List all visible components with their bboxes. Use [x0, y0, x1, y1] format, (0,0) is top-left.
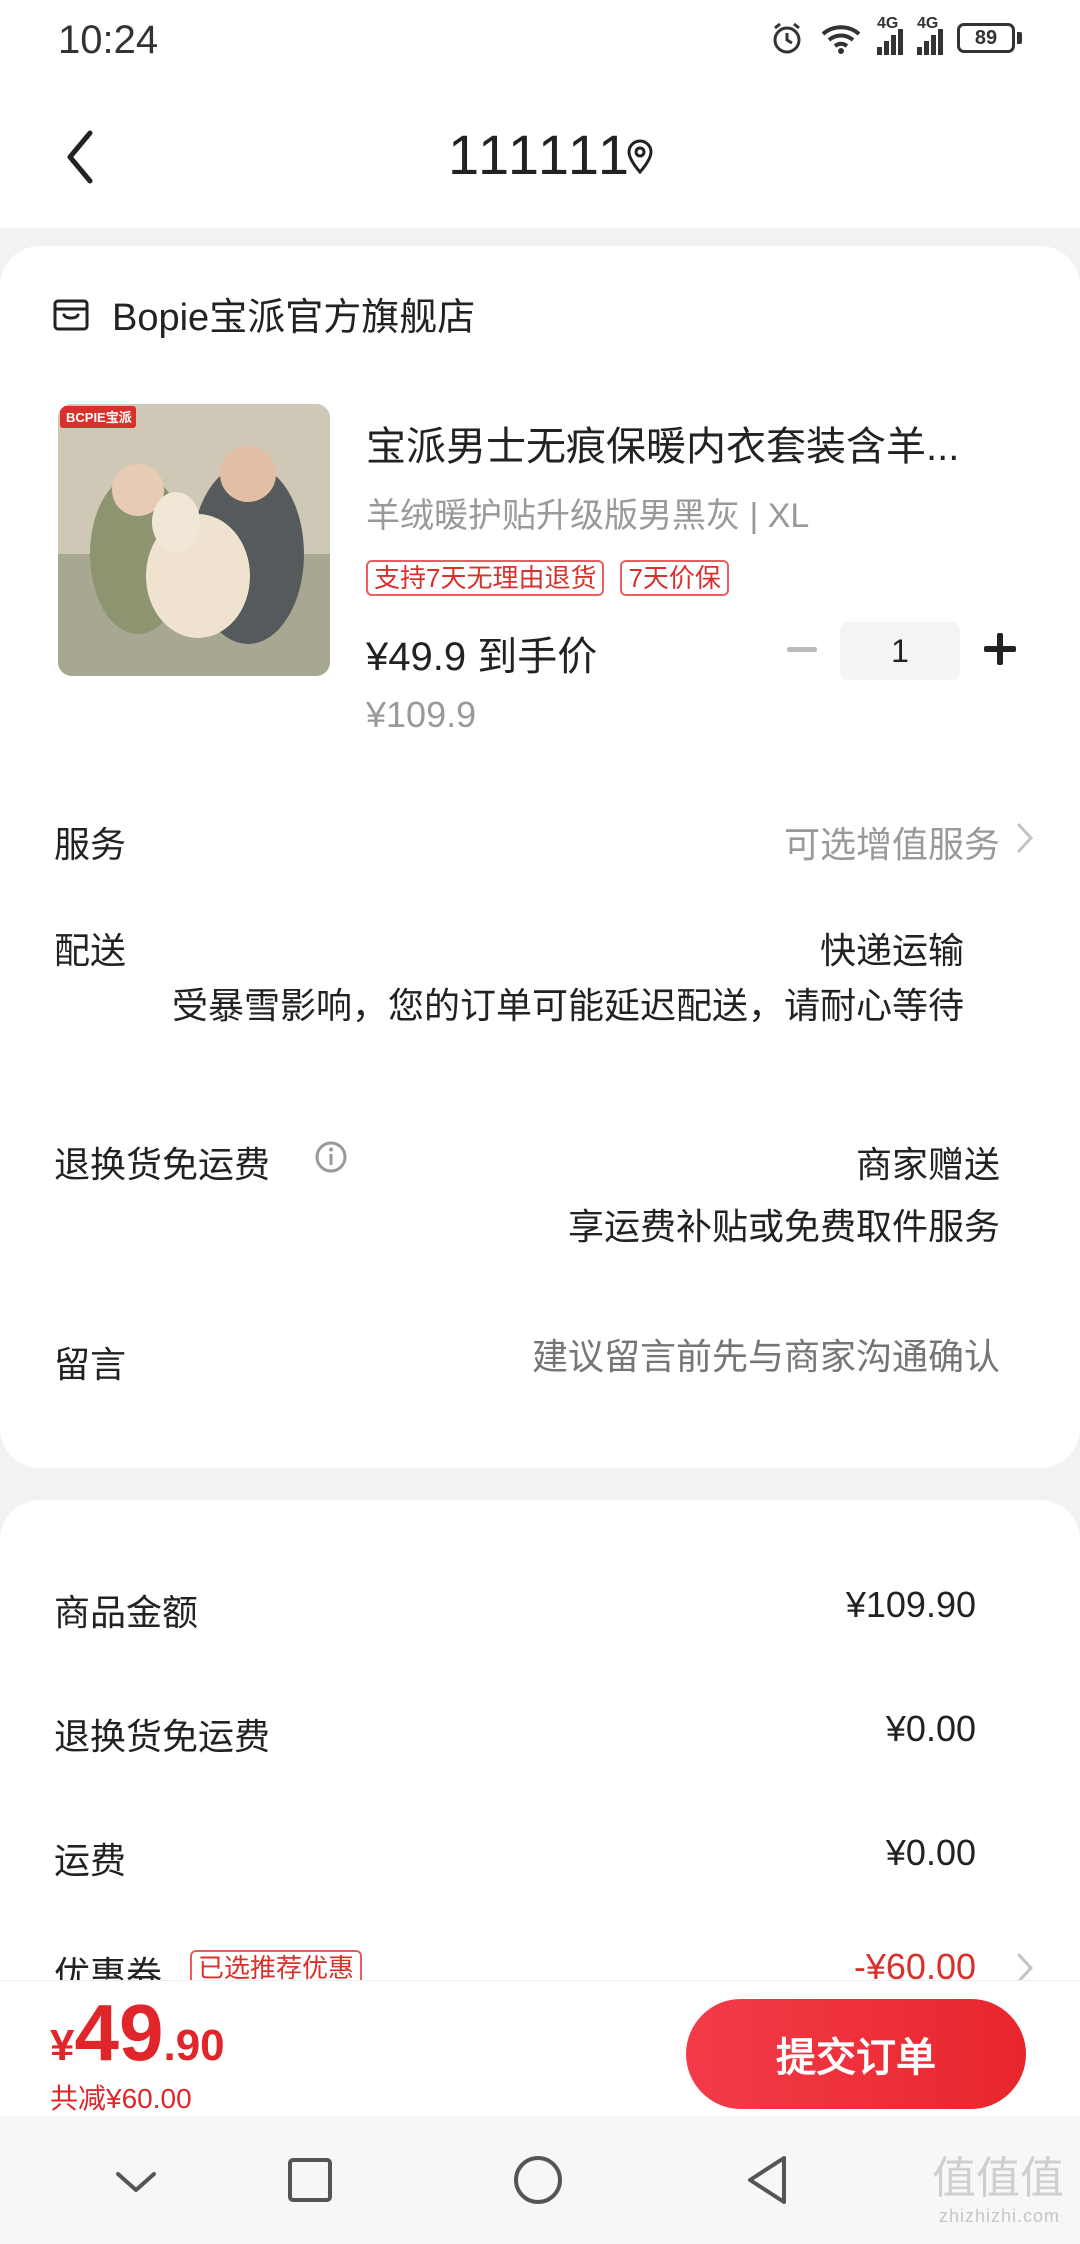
return-value: 商家赠送 [855, 1144, 1000, 1185]
plus-icon [984, 633, 1016, 665]
status-time: 10:24 [58, 18, 159, 62]
checkout-bar: ¥49.90 共减¥60.00 提交订单 [0, 1980, 1080, 2116]
product-image[interactable]: BCPIE宝派 [58, 404, 330, 676]
store-icon [53, 299, 89, 330]
home-icon[interactable] [512, 2154, 564, 2206]
watermark-logo: 值值值 [932, 2154, 1064, 2203]
address-title[interactable]: 111111 [0, 122, 1080, 187]
brand-logo: BCPIE宝派 [66, 410, 133, 425]
chevron-down-icon[interactable] [114, 2168, 158, 2196]
status-bar: 10:24 4G 4G 89 [0, 0, 1080, 86]
network-type: 4G [877, 15, 899, 32]
price-summary-card: 商品金额 ¥109.90 退换货免运费 ¥0.00 运费 ¥0.00 优惠券 已… [0, 1500, 1080, 2020]
delivery-value[interactable]: 快递运输 [820, 922, 964, 974]
product-spec[interactable]: 羊绒暖护贴升级版男黑灰 | XL [366, 488, 809, 537]
message-input[interactable] [440, 1336, 1000, 1378]
total-integer: 49 [74, 1988, 164, 2077]
signal-strength-icon: 4G [877, 15, 903, 55]
service-value[interactable]: 可选增值服务 [784, 816, 1000, 868]
battery-icon: 89 [957, 23, 1022, 53]
info-icon[interactable] [314, 1140, 348, 1174]
quantity-input[interactable]: 1 [840, 622, 960, 680]
total-price: ¥49.90 [50, 1987, 225, 2079]
return-fee-value: ¥0.00 [885, 1708, 976, 1749]
product-tags: 支持7天无理由退货 7天价保 [366, 560, 729, 596]
currency-symbol: ¥ [50, 2021, 75, 2070]
quantity-decrease-button[interactable] [770, 622, 834, 676]
delivery-note: 受暴雪影响，您的订单可能延迟配送，请耐心等待 [171, 985, 964, 1026]
back-triangle-icon[interactable] [744, 2154, 790, 2206]
quantity-increase-button[interactable] [968, 622, 1032, 676]
shipping-label: 运费 [54, 1840, 127, 1881]
return-fee-label: 退换货免运费 [54, 1716, 271, 1757]
system-nav-bar [0, 2116, 1080, 2244]
signal-strength-icon: 4G [917, 15, 943, 55]
product-title[interactable]: 宝派男士无痕保暖内衣套装含羊... [366, 414, 1006, 472]
price-now: ¥49.9 到手价 [366, 635, 598, 679]
total-decimal: .90 [163, 2021, 225, 2070]
order-page: 10:24 4G 4G 89 111111 Bopie宝派官方旗舰店 BCPIE… [0, 0, 1080, 2244]
status-icons: 4G 4G 89 [769, 15, 1022, 56]
total-saved: 共减¥60.00 [50, 2083, 192, 2114]
tag-return: 支持7天无理由退货 [366, 560, 605, 596]
store-name: Bopie宝派官方旗舰店 [112, 297, 476, 339]
header: 111111 [0, 86, 1080, 228]
price-was: ¥109.9 [366, 694, 477, 735]
return-note: 享运费补贴或免费取件服务 [567, 1206, 1000, 1247]
network-type: 4G [917, 15, 939, 32]
wifi-icon [821, 25, 861, 54]
return-label: 退换货免运费 [54, 1144, 271, 1185]
delivery-label: 配送 [54, 930, 127, 971]
store-row[interactable]: Bopie宝派官方旗舰店 [52, 286, 475, 341]
service-label: 服务 [54, 824, 127, 865]
product-photo-image: BCPIE宝派 [58, 404, 330, 676]
tag-price-protect: 7天价保 [620, 560, 729, 596]
goods-amount-label: 商品金额 [54, 1592, 199, 1633]
battery-level: 89 [957, 23, 1015, 53]
message-label: 留言 [54, 1344, 127, 1385]
shipping-value: ¥0.00 [885, 1832, 976, 1873]
submit-order-button[interactable]: 提交订单 [686, 1999, 1026, 2109]
recent-apps-icon[interactable] [286, 2156, 334, 2204]
minus-icon [787, 646, 817, 652]
chevron-right-icon[interactable] [1014, 820, 1036, 856]
goods-amount-value: ¥109.90 [845, 1584, 976, 1625]
location-pin-icon[interactable] [625, 138, 655, 176]
alarm-icon [773, 22, 801, 54]
order-card: Bopie宝派官方旗舰店 BCPIE宝派 宝派男士无痕保暖内衣套装含羊... 羊… [0, 246, 1080, 1468]
watermark-url: zhizhizhi.com [938, 2206, 1060, 2226]
